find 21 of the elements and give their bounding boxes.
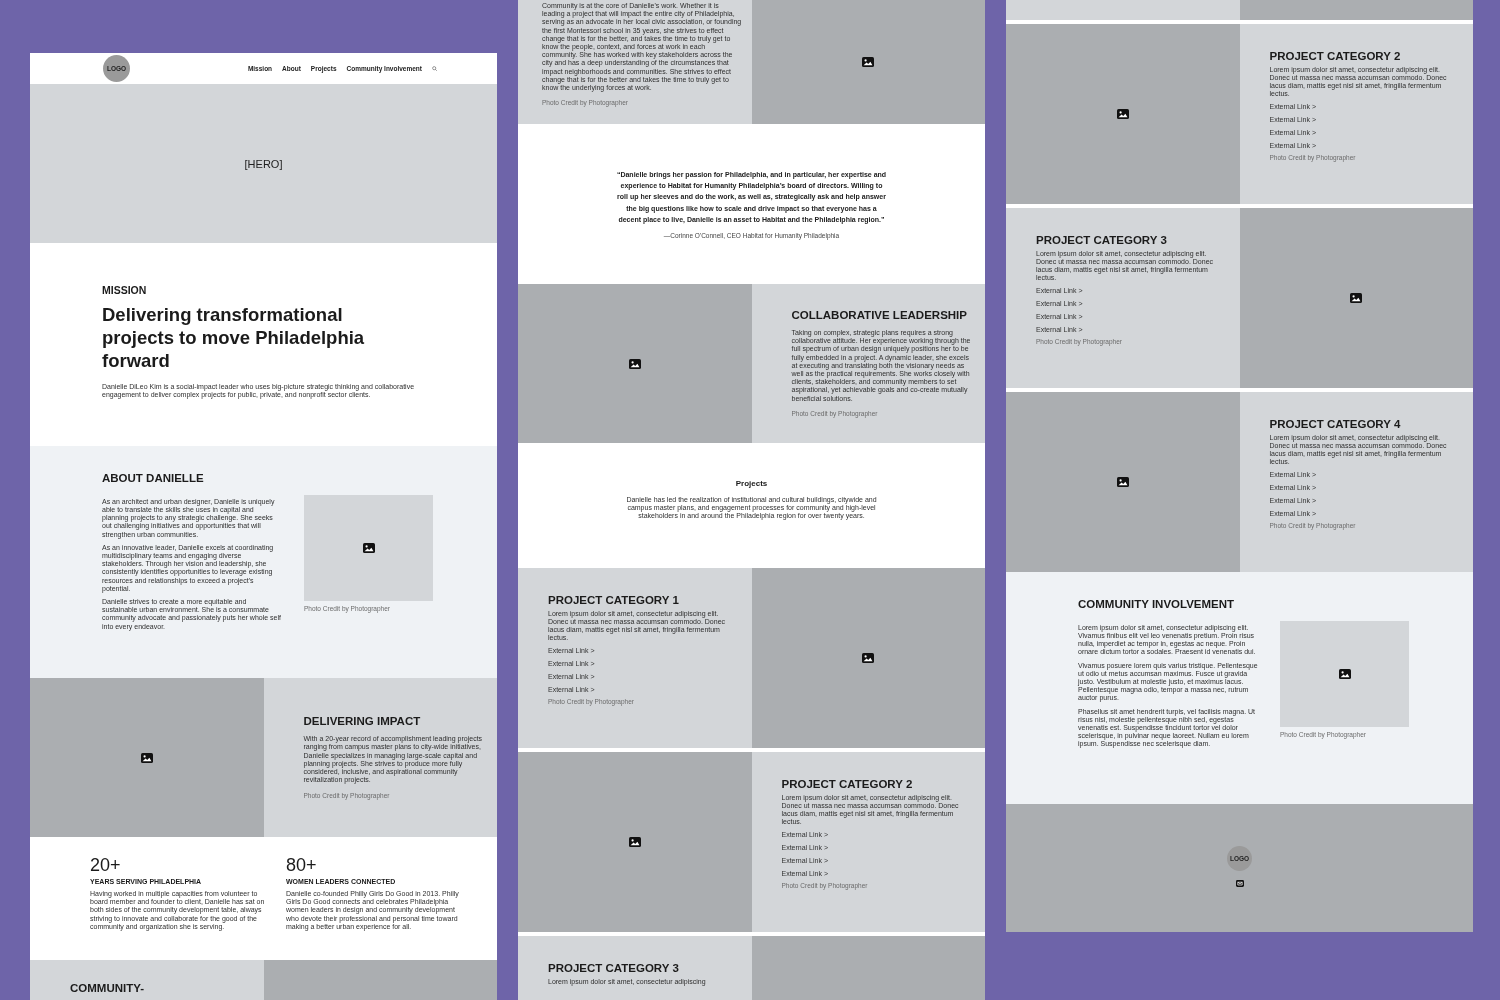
hero-label: [HERO]: [244, 157, 283, 170]
section-heading: Projects: [735, 479, 768, 488]
stat-figure: 20+: [90, 855, 122, 875]
section-heading: PROJECT CATEGORY 2: [781, 778, 914, 792]
section-heading: PROJECT CATEGORY 3: [1036, 234, 1168, 248]
section-heading: COLLABORATIVE LEADERSHIP: [791, 309, 968, 323]
headline: Delivering transformational projects to move Philadelphia forward: [102, 303, 366, 372]
section-heading: COMMUNITY INVOLVEMENT: [1078, 598, 1236, 612]
section-heading: ABOUT DANIELLE: [102, 472, 205, 486]
section-heading: PROJECT CATEGORY 4: [1269, 418, 1402, 432]
section-heading: DELIVERING IMPACT: [303, 715, 422, 730]
mail-icon[interactable]: [1235, 880, 1244, 887]
section-eyebrow: MISSION: [102, 284, 148, 296]
image-icon: [1338, 668, 1351, 679]
stat-figure: 80+: [286, 855, 318, 875]
section-heading: COMMUNITY-: [70, 982, 146, 996]
section-heading: PROJECT CATEGORY 3: [548, 962, 680, 976]
image-icon: [362, 542, 375, 553]
section-heading: PROJECT CATEGORY 1: [548, 594, 680, 608]
search-icon[interactable]: [432, 66, 437, 71]
section-heading: PROJECT CATEGORY 2: [1269, 50, 1402, 64]
